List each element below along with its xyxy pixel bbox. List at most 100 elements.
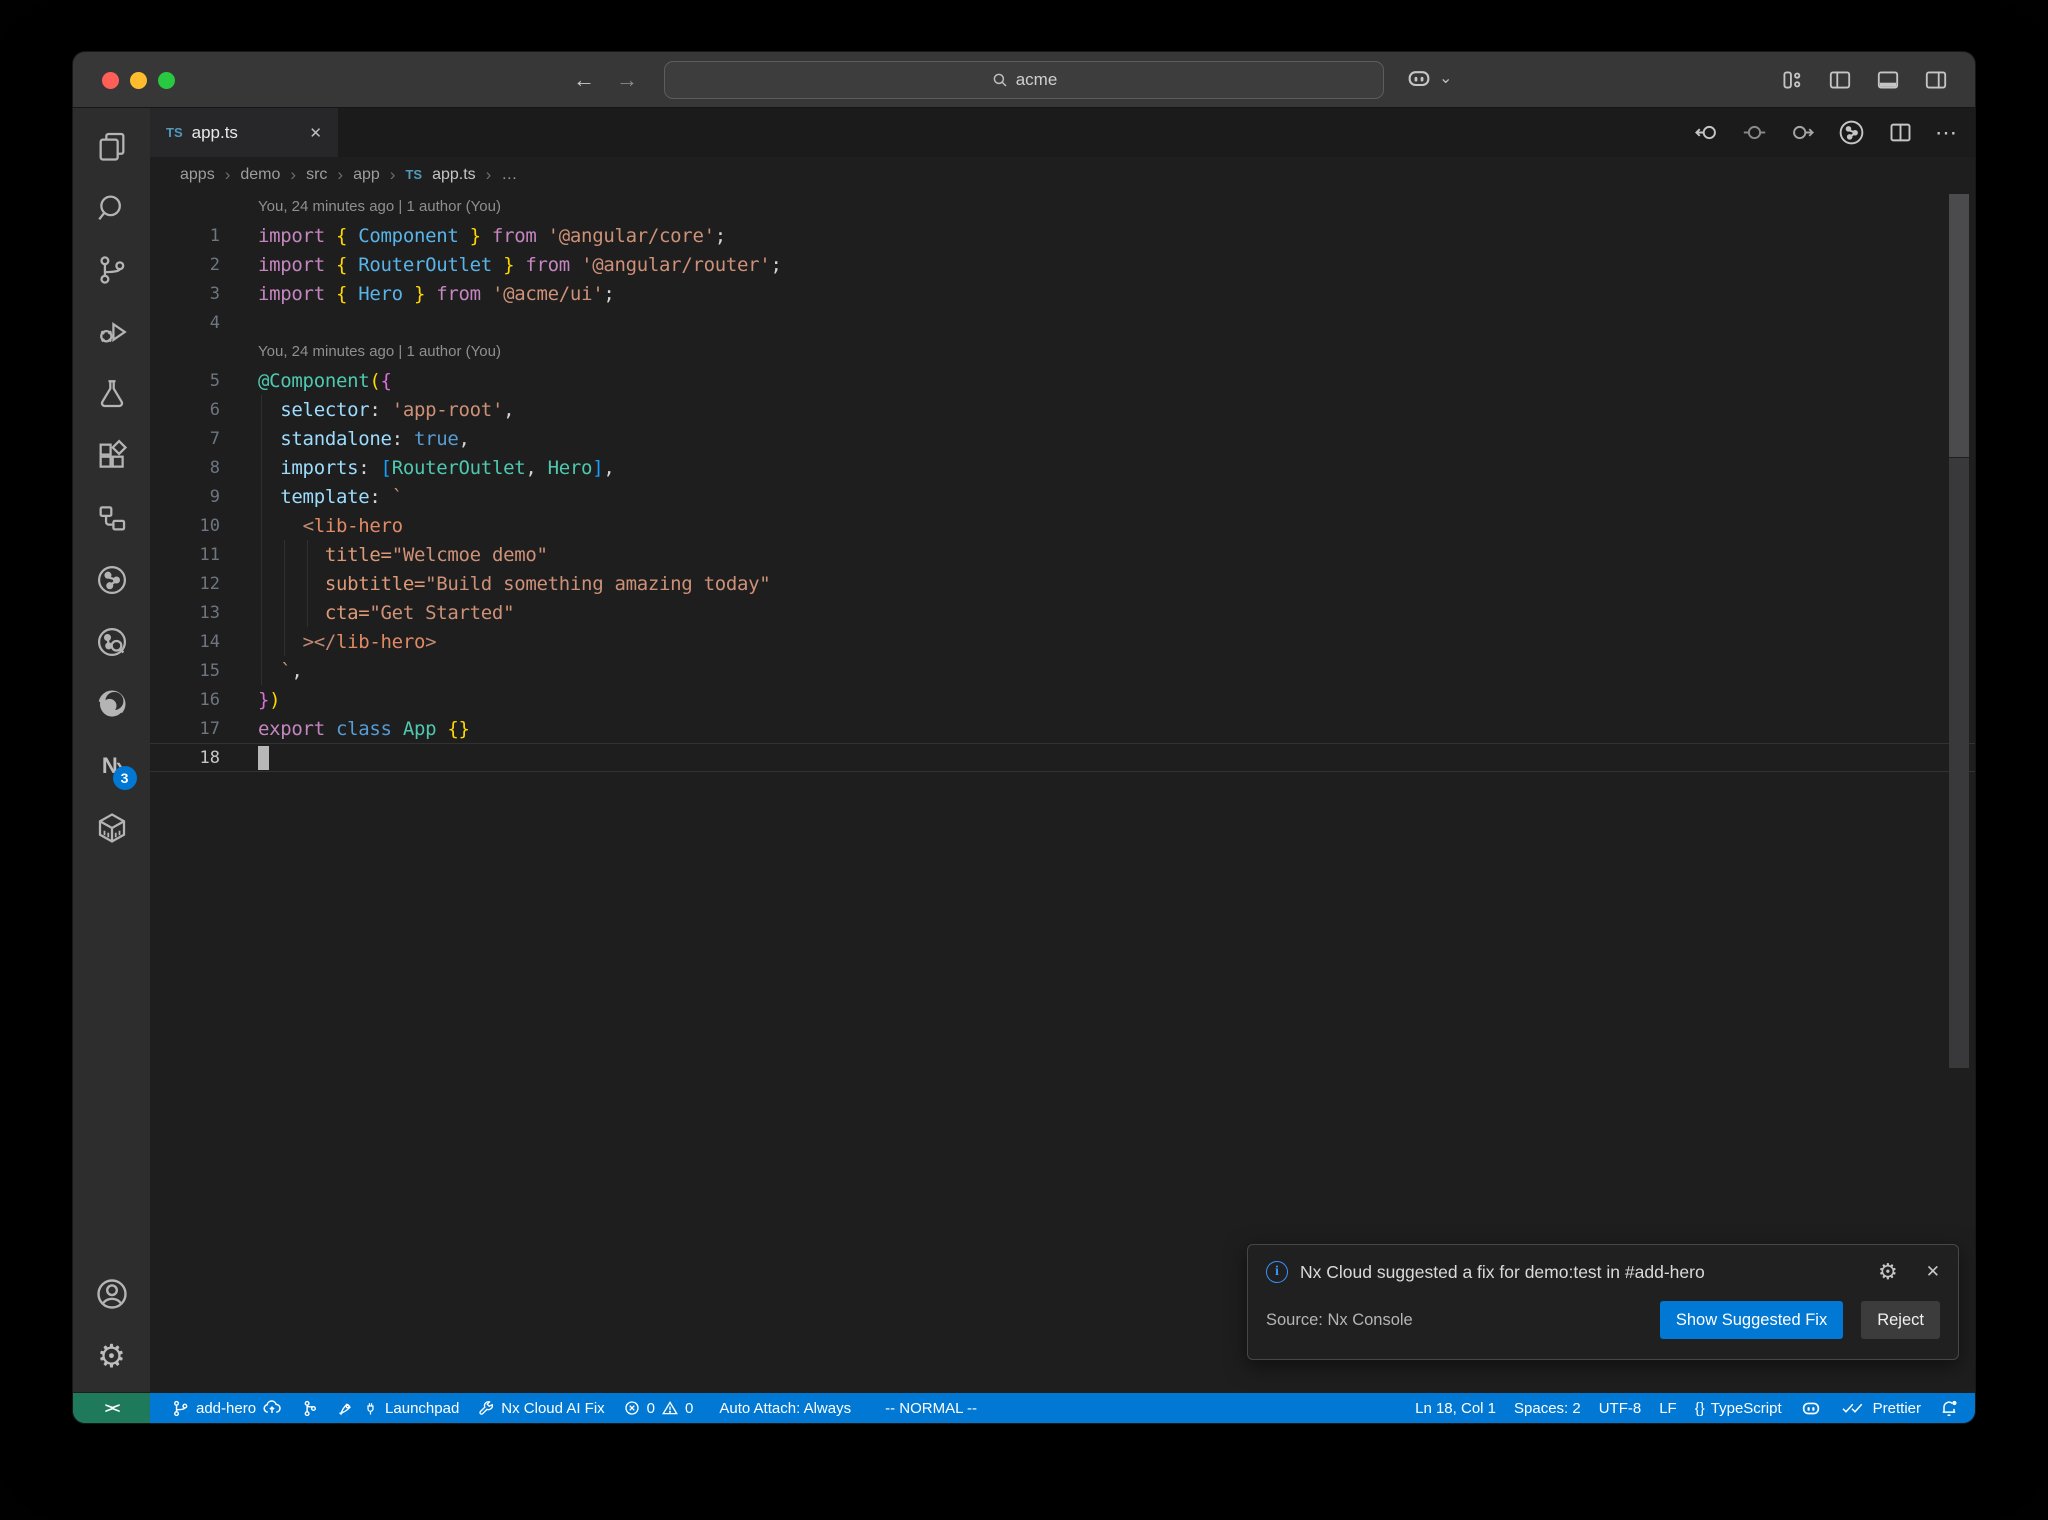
code-line[interactable]: imports: [RouterOutlet, Hero], xyxy=(258,457,615,479)
code-line[interactable]: template: ` xyxy=(258,486,403,508)
typescript-file-icon: TS xyxy=(405,167,423,182)
nav-forward-icon[interactable] xyxy=(1789,119,1816,146)
git-graph-icon xyxy=(304,1400,317,1416)
toggle-panel-icon[interactable] xyxy=(1875,67,1901,93)
line-number: 17 xyxy=(199,718,220,739)
history-forward-button[interactable]: → xyxy=(612,66,642,94)
indentation-item[interactable]: Spaces: 2 xyxy=(1505,1393,1590,1423)
settings-gear-icon[interactable]: ⚙ xyxy=(94,1338,130,1374)
line-number: 6 xyxy=(209,399,220,420)
plug-icon xyxy=(367,1402,374,1415)
code-editor[interactable]: You, 24 minutes ago | 1 author (You) 1 imp… xyxy=(150,192,1975,772)
language-mode-item[interactable]: {} TypeScript xyxy=(1686,1393,1791,1423)
minimize-window-button[interactable] xyxy=(130,72,147,89)
more-actions-icon[interactable]: ⋯ xyxy=(1935,120,1959,146)
breadcrumb-item[interactable]: apps xyxy=(180,166,215,184)
history-back-button[interactable]: ← xyxy=(569,66,599,94)
reject-button[interactable]: Reject xyxy=(1861,1301,1940,1339)
problems-item[interactable]: 0 0 xyxy=(614,1393,703,1423)
code-line[interactable]: cta="Get Started" xyxy=(258,602,515,624)
tab-label: app.ts xyxy=(191,122,238,142)
cursor-position-item[interactable]: Ln 18, Col 1 xyxy=(1406,1393,1505,1423)
code-line[interactable]: import { Component } from '@angular/core… xyxy=(258,225,726,247)
notifications-bell-item[interactable] xyxy=(1930,1393,1975,1423)
breadcrumb-file[interactable]: app.ts xyxy=(432,166,476,184)
notification-close-icon[interactable]: ✕ xyxy=(1926,1262,1940,1282)
edge-browser-icon[interactable] xyxy=(94,686,130,722)
code-rows: You, 24 minutes ago | 1 author (You) 1 imp… xyxy=(150,192,1975,772)
extensions-icon[interactable] xyxy=(94,438,130,474)
nx-run-target-icon[interactable] xyxy=(94,562,130,598)
warning-icon xyxy=(662,1401,678,1415)
code-line[interactable]: export class App {} xyxy=(258,718,470,740)
zoom-window-button[interactable] xyxy=(158,72,175,89)
git-branch-item[interactable]: add-hero xyxy=(162,1393,291,1423)
indent-guide xyxy=(307,540,308,627)
code-line[interactable]: import { Hero } from '@acme/ui'; xyxy=(258,283,615,305)
code-line[interactable]: subtitle="Build something amazing today" xyxy=(258,573,771,595)
tab-app-ts[interactable]: TS app.ts ✕ xyxy=(150,108,338,157)
explorer-icon[interactable] xyxy=(94,128,130,164)
breadcrumb-more[interactable]: … xyxy=(501,166,517,184)
breadcrumb-item[interactable]: app xyxy=(353,166,380,184)
line-number: 12 xyxy=(199,573,220,594)
remote-indicator[interactable]: >< xyxy=(73,1393,150,1423)
nx-cloud-ai-fix-item[interactable]: Nx Cloud AI Fix xyxy=(468,1393,613,1423)
codelens-annotation[interactable]: You, 24 minutes ago | 1 author (You) xyxy=(258,198,501,215)
search-sidebar-icon[interactable] xyxy=(94,190,130,226)
eol-item[interactable]: LF xyxy=(1650,1393,1686,1423)
prettier-item[interactable]: Prettier xyxy=(1831,1393,1930,1423)
nav-back-icon[interactable] xyxy=(1693,119,1720,146)
launchpad-item[interactable]: Launchpad xyxy=(328,1393,468,1423)
chevron-down-icon[interactable]: ⌄ xyxy=(1439,68,1452,88)
account-icon[interactable] xyxy=(94,1276,130,1312)
info-icon: i xyxy=(1266,1261,1288,1283)
encoding-item[interactable]: UTF-8 xyxy=(1590,1393,1651,1423)
code-line[interactable]: title="Welcmoe demo" xyxy=(258,544,548,566)
code-line[interactable]: <lib-hero xyxy=(258,515,404,537)
scrollbar-track[interactable] xyxy=(1949,458,1969,1068)
nx-project-graph-icon[interactable] xyxy=(94,624,130,660)
copilot-status-item[interactable] xyxy=(1791,1393,1831,1423)
code-line[interactable]: `, xyxy=(258,660,303,682)
hierarchy-icon[interactable] xyxy=(94,500,130,536)
line-number: 7 xyxy=(209,428,220,449)
code-line[interactable] xyxy=(258,745,269,770)
container-icon[interactable] xyxy=(94,810,130,846)
code-line[interactable]: standalone: true, xyxy=(258,428,470,450)
close-window-button[interactable] xyxy=(102,72,119,89)
git-graph-item[interactable] xyxy=(291,1393,328,1423)
nx-console-badge: 3 xyxy=(112,766,137,790)
command-center-search[interactable]: acme xyxy=(664,61,1384,99)
code-line[interactable]: }) xyxy=(258,689,281,711)
copilot-icon[interactable] xyxy=(1405,64,1433,92)
notification-title: Nx Cloud suggested a fix for demo:test i… xyxy=(1300,1261,1705,1282)
auto-attach-item[interactable]: Auto Attach: Always xyxy=(710,1393,860,1423)
source-control-icon[interactable] xyxy=(94,252,130,288)
vim-mode-item[interactable]: -- NORMAL -- xyxy=(876,1393,986,1423)
tab-close-icon[interactable]: ✕ xyxy=(309,124,322,142)
toggle-secondary-sidebar-icon[interactable] xyxy=(1923,67,1949,93)
run-debug-icon[interactable] xyxy=(94,314,130,350)
customize-layout-icon[interactable] xyxy=(1779,67,1805,93)
split-editor-icon[interactable] xyxy=(1887,119,1914,146)
line-number: 8 xyxy=(209,457,220,478)
scrollbar-slider[interactable] xyxy=(1949,194,1969,457)
braces-icon: {} xyxy=(1694,1399,1705,1417)
code-line[interactable]: @Component({ xyxy=(258,370,392,392)
notification-settings-icon[interactable]: ⚙ xyxy=(1878,1261,1898,1283)
copilot-icon xyxy=(1802,1402,1819,1415)
breadcrumb-item[interactable]: demo xyxy=(240,166,280,184)
nx-run-icon[interactable] xyxy=(1837,118,1866,147)
show-suggested-fix-button[interactable]: Show Suggested Fix xyxy=(1659,1301,1844,1339)
nav-position-icon[interactable] xyxy=(1741,119,1768,146)
testing-icon[interactable] xyxy=(94,376,130,412)
search-icon xyxy=(993,73,1007,87)
breadcrumb-item[interactable]: src xyxy=(306,166,327,184)
toggle-primary-sidebar-icon[interactable] xyxy=(1827,67,1853,93)
code-line[interactable]: selector: 'app-root', xyxy=(258,399,514,421)
code-line[interactable]: import { RouterOutlet } from '@angular/r… xyxy=(258,254,782,276)
codelens-annotation[interactable]: You, 24 minutes ago | 1 author (You) xyxy=(258,343,501,360)
nx-console-icon[interactable]: N› 3 xyxy=(94,748,137,790)
typescript-file-icon: TS xyxy=(166,125,183,140)
